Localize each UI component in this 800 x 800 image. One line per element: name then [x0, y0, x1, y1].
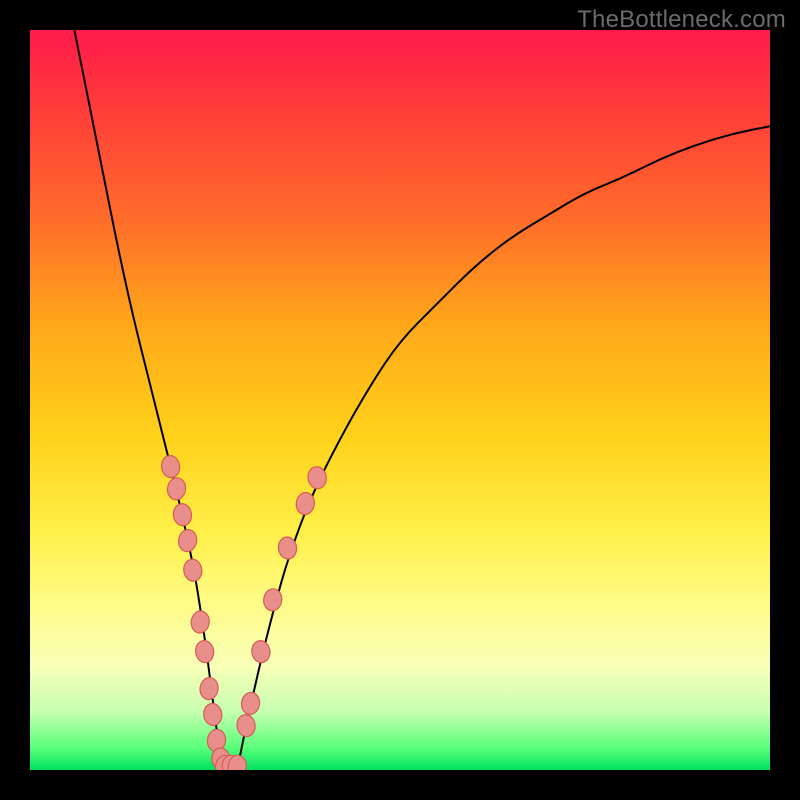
data-marker — [160, 454, 181, 478]
data-marker — [250, 639, 271, 663]
data-marker — [295, 491, 316, 515]
data-marker — [277, 536, 298, 560]
data-marker — [166, 477, 187, 501]
data-marker — [182, 558, 203, 582]
data-marker — [227, 754, 248, 770]
curve-markers — [160, 454, 327, 770]
data-marker — [236, 713, 257, 737]
plot-area — [30, 30, 770, 770]
watermark-text: TheBottleneck.com — [577, 6, 786, 34]
data-marker — [221, 754, 242, 770]
data-marker — [194, 639, 215, 663]
data-marker — [206, 728, 227, 752]
data-marker — [202, 702, 223, 726]
data-marker — [262, 588, 283, 612]
data-marker — [172, 503, 193, 527]
data-marker — [214, 754, 235, 770]
chart-frame: TheBottleneck.com — [0, 0, 800, 800]
data-marker — [210, 747, 231, 770]
data-marker — [177, 528, 198, 552]
data-marker — [307, 466, 328, 490]
curve-svg — [30, 30, 770, 770]
data-marker — [240, 691, 261, 715]
curve-left-branch — [74, 30, 222, 770]
data-marker — [190, 610, 211, 634]
curve-right-branch — [237, 126, 770, 770]
data-marker — [199, 676, 220, 700]
